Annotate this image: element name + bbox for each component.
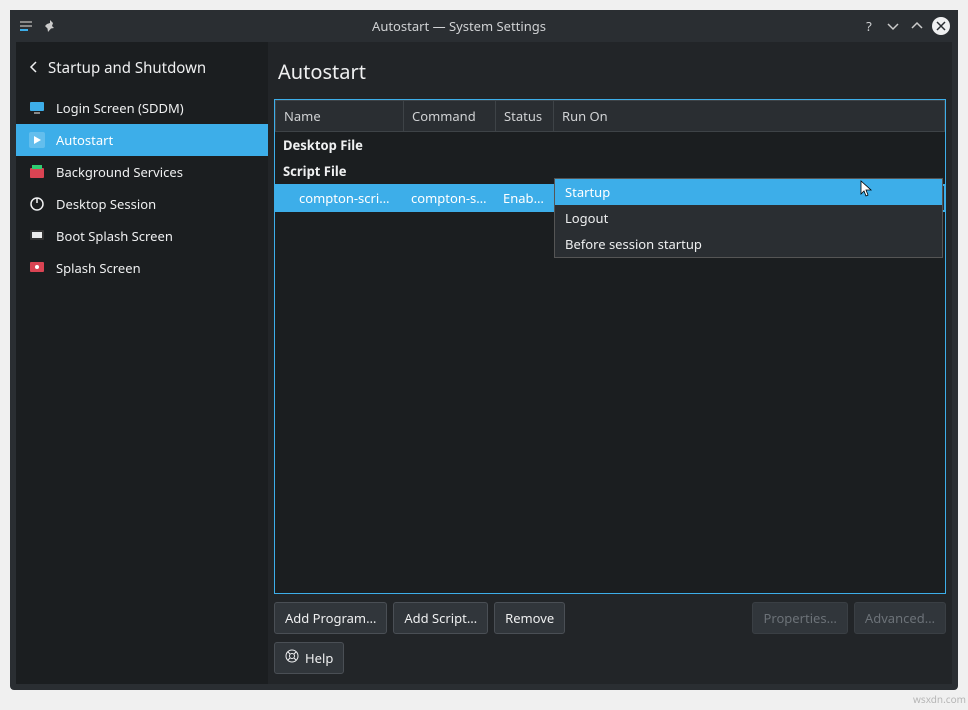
col-header-name[interactable]: Name: [276, 101, 404, 131]
main-panel: Autostart Name Command Status Run On Des…: [268, 42, 952, 684]
sidebar-item-desktop-session[interactable]: Desktop Session: [16, 188, 268, 220]
col-header-runon[interactable]: Run On: [554, 101, 944, 131]
titlebar: Autostart — System Settings ?: [10, 10, 958, 42]
remove-button[interactable]: Remove: [494, 602, 565, 634]
table-header: Name Command Status Run On: [275, 100, 945, 132]
page-title: Autostart: [274, 48, 946, 99]
help-button[interactable]: Help: [274, 642, 344, 674]
monitor-icon: [28, 99, 46, 117]
add-script-button[interactable]: Add Script…: [393, 602, 488, 634]
autostart-table: Name Command Status Run On Desktop File …: [274, 99, 946, 594]
sidebar-item-autostart[interactable]: Autostart: [16, 124, 268, 156]
sidebar-item-login-screen[interactable]: Login Screen (SDDM): [16, 92, 268, 124]
app-menu-icon[interactable]: [18, 18, 34, 34]
sidebar-item-splash-screen[interactable]: Splash Screen: [16, 252, 268, 284]
help-lifebuoy-icon: [285, 649, 299, 667]
close-icon[interactable]: [932, 17, 950, 35]
power-icon: [28, 195, 46, 213]
sidebar-item-label: Boot Splash Screen: [56, 227, 173, 245]
col-header-command[interactable]: Command: [404, 101, 496, 131]
add-program-button[interactable]: Add Program…: [274, 602, 387, 634]
help-label: Help: [305, 649, 333, 667]
button-bar: Add Program… Add Script… Remove Properti…: [274, 594, 946, 638]
properties-button: Properties…: [752, 602, 847, 634]
services-icon: [28, 163, 46, 181]
sidebar-item-boot-splash[interactable]: Boot Splash Screen: [16, 220, 268, 252]
boot-icon: [28, 227, 46, 245]
sidebar-back-header[interactable]: Startup and Shutdown: [16, 48, 268, 92]
pin-icon[interactable]: [42, 18, 58, 34]
runon-dropdown: Startup Logout Before session startup: [554, 178, 943, 258]
cursor-icon: [860, 180, 876, 198]
cell-name: compton-script.sh: [275, 185, 403, 211]
window-frame: Autostart — System Settings ? Startup an…: [10, 10, 958, 690]
advanced-button: Advanced…: [854, 602, 946, 634]
sidebar: Startup and Shutdown Login Screen (SDDM)…: [16, 42, 268, 684]
sidebar-item-background-services[interactable]: Background Services: [16, 156, 268, 188]
help-icon[interactable]: ?: [860, 17, 878, 35]
dropdown-option-startup[interactable]: Startup: [555, 179, 942, 205]
sidebar-item-label: Autostart: [56, 131, 113, 149]
dropdown-option-before-session[interactable]: Before session startup: [555, 231, 942, 257]
sidebar-item-label: Login Screen (SDDM): [56, 99, 184, 117]
splash-icon: [28, 259, 46, 277]
watermark: wsxdn.com: [913, 692, 966, 706]
dropdown-option-logout[interactable]: Logout: [555, 205, 942, 231]
maximize-icon[interactable]: [908, 17, 926, 35]
section-desktop-file[interactable]: Desktop File: [275, 132, 945, 158]
play-icon: [28, 131, 46, 149]
col-header-status[interactable]: Status: [496, 101, 554, 131]
sidebar-item-label: Splash Screen: [56, 259, 141, 277]
sidebar-item-label: Background Services: [56, 163, 183, 181]
cell-status[interactable]: Enabled: [495, 185, 553, 211]
cell-command: compton-scri…: [403, 185, 495, 211]
window-title: Autostart — System Settings: [58, 17, 860, 35]
sidebar-item-label: Desktop Session: [56, 195, 156, 213]
minimize-icon[interactable]: [884, 17, 902, 35]
sidebar-title: Startup and Shutdown: [48, 58, 206, 78]
back-arrow-icon: [28, 59, 40, 78]
